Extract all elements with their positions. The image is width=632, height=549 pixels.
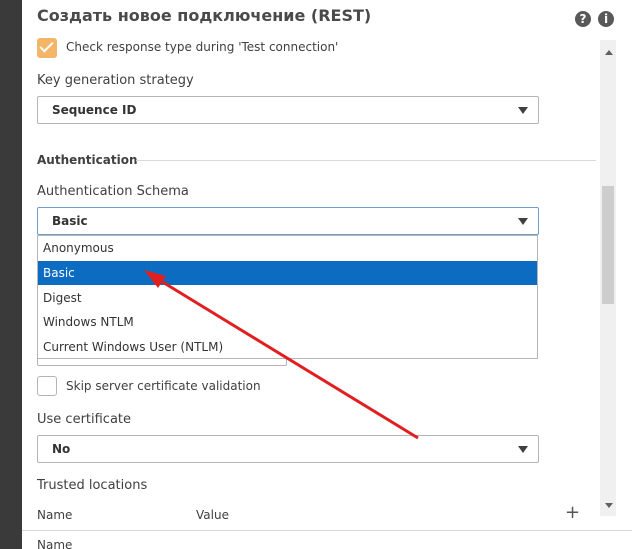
annotation-arrow-line [155, 276, 419, 440]
annotation-arrow-head [144, 270, 166, 288]
annotation-arrow [144, 270, 419, 440]
